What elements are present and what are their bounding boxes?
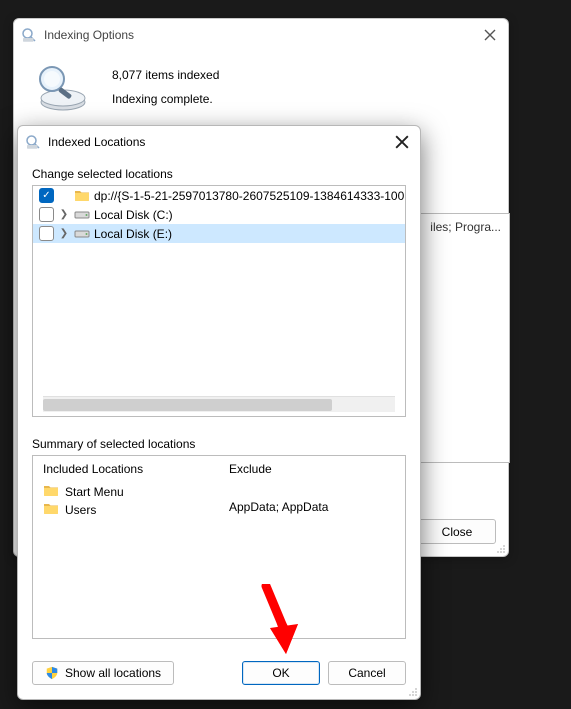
tree-horizontal-scrollbar[interactable] bbox=[43, 396, 395, 412]
uac-shield-icon bbox=[45, 666, 59, 680]
exclude-header: Exclude bbox=[229, 462, 395, 476]
folder-icon bbox=[43, 484, 59, 500]
indexing-large-icon bbox=[32, 61, 90, 113]
title-front: Indexed Locations bbox=[48, 135, 390, 149]
included-item[interactable]: Users bbox=[43, 502, 209, 518]
summary-box: Included Locations Start Menu Users Exclu… bbox=[32, 455, 406, 639]
drive-icon bbox=[74, 208, 90, 222]
ok-label: OK bbox=[272, 666, 289, 680]
chevron-right-icon[interactable]: ❯ bbox=[58, 209, 70, 221]
close-icon[interactable] bbox=[478, 23, 502, 47]
included-header: Included Locations bbox=[43, 462, 209, 476]
included-item-label: Users bbox=[65, 503, 96, 517]
exclude-item: AppData; AppData bbox=[229, 500, 395, 514]
summary-label: Summary of selected locations bbox=[32, 437, 406, 451]
dialog-footer: Show all locations OK Cancel bbox=[18, 651, 420, 699]
tree-node-label: Local Disk (E:) bbox=[94, 227, 172, 241]
back-content: 8,077 items indexed Indexing complete. bbox=[14, 51, 508, 125]
exclude-item-label bbox=[229, 484, 232, 498]
show-all-locations-label: Show all locations bbox=[65, 666, 161, 680]
titlebar-back: Indexing Options bbox=[14, 19, 508, 51]
close-button-label: Close bbox=[442, 525, 473, 539]
folder-icon bbox=[43, 502, 59, 518]
title-back: Indexing Options bbox=[44, 28, 478, 42]
exclude-item bbox=[229, 484, 395, 498]
tree-node-label: dp://{S-1-5-21-2597013780-2607525109-138… bbox=[94, 189, 406, 203]
indexing-icon bbox=[20, 26, 38, 44]
chevron-right-icon[interactable]: ❯ bbox=[58, 228, 70, 240]
included-column: Included Locations Start Menu Users bbox=[33, 456, 219, 638]
folder-icon bbox=[74, 189, 90, 203]
indexing-status-text: Indexing complete. bbox=[112, 92, 219, 106]
tree-checkbox[interactable] bbox=[39, 188, 54, 203]
close-icon[interactable] bbox=[390, 130, 414, 154]
exclude-item-label: AppData; AppData bbox=[229, 500, 328, 514]
items-indexed-text: 8,077 items indexed bbox=[112, 68, 219, 82]
cancel-label: Cancel bbox=[348, 666, 385, 680]
titlebar-front: Indexed Locations bbox=[18, 126, 420, 157]
tree-row[interactable]: ❯ Local Disk (E:) bbox=[33, 224, 405, 243]
indexing-header: 8,077 items indexed Indexing complete. bbox=[32, 61, 490, 113]
indexing-icon bbox=[24, 133, 42, 151]
indexed-locations-window: Indexed Locations Change selected locati… bbox=[17, 125, 421, 700]
close-button[interactable]: Close bbox=[418, 519, 496, 544]
tree-checkbox[interactable] bbox=[39, 226, 54, 241]
show-all-locations-button[interactable]: Show all locations bbox=[32, 661, 174, 685]
resize-grip-icon[interactable] bbox=[494, 542, 506, 554]
tree-row[interactable]: dp://{S-1-5-21-2597013780-2607525109-138… bbox=[33, 186, 405, 205]
exclude-column: Exclude AppData; AppData bbox=[219, 456, 405, 638]
locations-tree[interactable]: dp://{S-1-5-21-2597013780-2607525109-138… bbox=[32, 185, 406, 417]
tree-node-label: Local Disk (C:) bbox=[94, 208, 173, 222]
cancel-button[interactable]: Cancel bbox=[328, 661, 406, 685]
tree-row[interactable]: ❯ Local Disk (C:) bbox=[33, 205, 405, 224]
tree-checkbox[interactable] bbox=[39, 207, 54, 222]
change-locations-label: Change selected locations bbox=[32, 167, 406, 181]
resize-grip-icon[interactable] bbox=[406, 685, 418, 697]
scrollbar-thumb[interactable] bbox=[43, 399, 332, 411]
included-item[interactable]: Start Menu bbox=[43, 484, 209, 500]
ok-button[interactable]: OK bbox=[242, 661, 320, 685]
drive-icon bbox=[74, 227, 90, 241]
included-item-label: Start Menu bbox=[65, 485, 124, 499]
